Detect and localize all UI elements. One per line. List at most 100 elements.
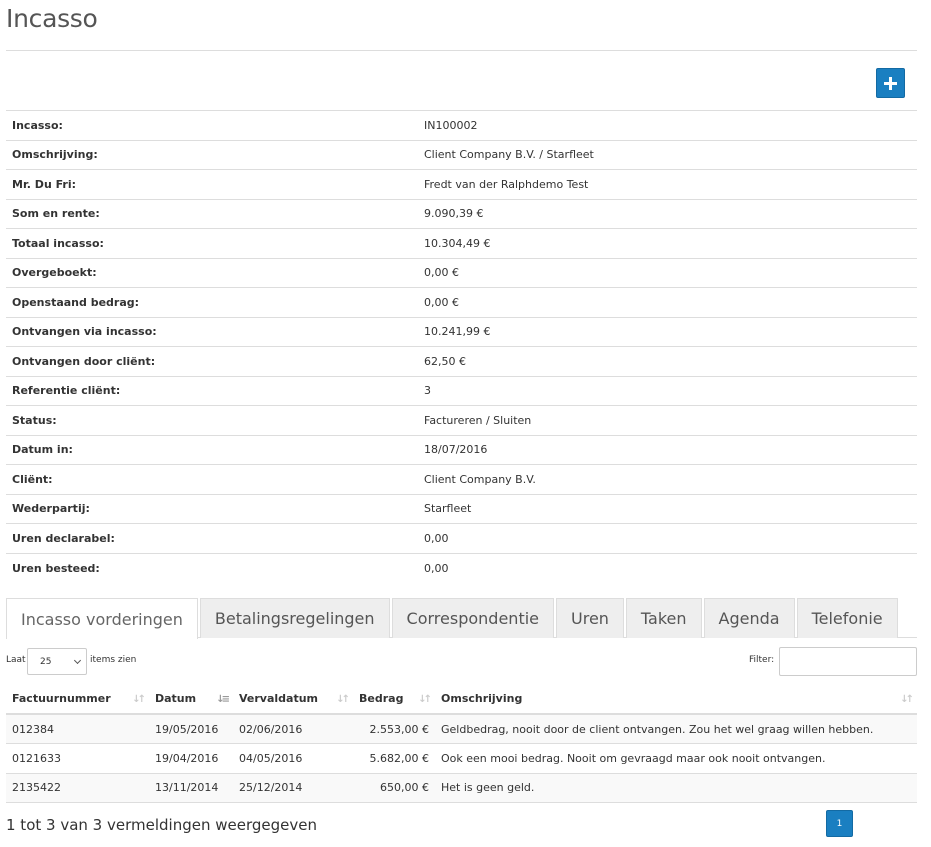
filter-input[interactable] bbox=[779, 647, 917, 676]
table-cell-vervaldatum: 02/06/2016 bbox=[239, 722, 303, 736]
tab-uren[interactable]: Uren bbox=[556, 598, 624, 638]
detail-label: Openstaand bedrag: bbox=[12, 295, 140, 309]
length-prefix: Laat bbox=[6, 655, 26, 665]
table-info: 1 tot 3 van 3 vermeldingen weergegeven bbox=[6, 816, 317, 834]
table-cell-datum: 13/11/2014 bbox=[155, 781, 219, 795]
detail-label: Totaal incasso: bbox=[12, 236, 104, 250]
detail-label: Status: bbox=[12, 413, 57, 427]
detail-row: Incasso: IN100002 bbox=[6, 110, 917, 141]
filter-label: Filter: bbox=[749, 655, 775, 665]
tab-correspondentie[interactable]: Correspondentie bbox=[391, 598, 554, 638]
table-cell-factuurnummer: 012384 bbox=[12, 722, 54, 736]
column-bedrag[interactable]: Bedrag ↓↑ bbox=[353, 684, 435, 714]
table-cell-factuurnummer: 0121633 bbox=[12, 751, 61, 765]
table-cell-omschrijving: Geldbedrag, nooit door de client ontvang… bbox=[441, 722, 874, 736]
detail-label: Ontvangen via incasso: bbox=[12, 325, 157, 339]
table-cell-factuurnummer: 2135422 bbox=[12, 781, 61, 795]
table-row[interactable]: 0121633 19/04/2016 04/05/2016 5.682,00 € Ook… bbox=[6, 743, 917, 773]
table-cell-vervaldatum: 25/12/2014 bbox=[239, 781, 303, 795]
detail-value: 0,00 bbox=[424, 531, 449, 545]
detail-value: IN100002 bbox=[424, 118, 478, 132]
detail-row: Som en rente: 9.090,39 € bbox=[6, 199, 917, 229]
table-cell-bedrag: 650,00 € bbox=[380, 781, 429, 795]
detail-row: Totaal incasso: 10.304,49 € bbox=[6, 228, 917, 259]
table-header-row: Factuurnummer ↓↑ Datum ↓≡ Vervaldatum ↓↑ Bedra… bbox=[6, 684, 917, 714]
column-vervaldatum[interactable]: Vervaldatum ↓↑ bbox=[233, 684, 353, 714]
detail-value: Client Company B.V. bbox=[424, 472, 536, 486]
detail-value: 62,50 € bbox=[424, 354, 466, 368]
table-row[interactable]: 012384 19/05/2016 02/06/2016 2.553,00 € Geld… bbox=[6, 714, 917, 744]
detail-label: Som en rente: bbox=[12, 207, 100, 221]
detail-row: Datum in: 18/07/2016 bbox=[6, 435, 917, 465]
length-suffix: items zien bbox=[90, 655, 137, 665]
detail-row: Omschrijving: Client Company B.V. / Starf… bbox=[6, 140, 917, 170]
column-factuurnummer[interactable]: Factuurnummer ↓↑ bbox=[6, 684, 149, 714]
detail-label: Uren besteed: bbox=[12, 561, 100, 575]
detail-row: Overgeboekt: 0,00 € bbox=[6, 258, 917, 288]
column-label: Omschrijving bbox=[441, 692, 523, 705]
detail-value: 0,00 € bbox=[424, 266, 459, 280]
table-cell-omschrijving: Ook een mooi bedrag. Nooit om gevraagd m… bbox=[441, 751, 826, 765]
pagination-page-1[interactable]: 1 bbox=[826, 810, 853, 837]
detail-row: Mr. Du Fri: Fredt van der Ralphdemo Test bbox=[6, 169, 917, 200]
detail-value: Factureren / Sluiten bbox=[424, 413, 532, 427]
detail-value: Fredt van der Ralphdemo Test bbox=[424, 177, 589, 191]
column-label: Factuurnummer bbox=[12, 692, 111, 705]
sort-icon: ↓↑ bbox=[336, 694, 350, 705]
sort-icon: ↓↑ bbox=[900, 694, 914, 705]
invoice-table: Factuurnummer ↓↑ Datum ↓≡ Vervaldatum ↓↑ Bedra… bbox=[6, 684, 917, 803]
detail-label: Mr. Du Fri: bbox=[12, 177, 77, 191]
detail-value: 0,00 € bbox=[424, 295, 459, 309]
column-label: Bedrag bbox=[359, 692, 404, 705]
tab-agenda[interactable]: Agenda bbox=[703, 598, 795, 638]
table-cell-bedrag: 2.553,00 € bbox=[369, 722, 429, 736]
column-datum[interactable]: Datum ↓≡ bbox=[149, 684, 233, 714]
page-length-select[interactable]: 25 bbox=[27, 648, 87, 675]
detail-row: Status: Factureren / Sluiten bbox=[6, 405, 917, 436]
detail-row: Openstaand bedrag: 0,00 € bbox=[6, 287, 917, 318]
detail-value: 0,00 bbox=[424, 561, 449, 575]
page-length-value: 25 bbox=[40, 656, 52, 667]
sort-icon: ↓↑ bbox=[418, 694, 432, 705]
detail-label: Wederpartij: bbox=[12, 502, 90, 516]
detail-row: Ontvangen via incasso: 10.241,99 € bbox=[6, 317, 917, 347]
detail-label: Incasso: bbox=[12, 118, 63, 132]
sort-icon: ↓↑ bbox=[132, 694, 146, 705]
table-cell-bedrag: 5.682,00 € bbox=[369, 751, 429, 765]
column-label: Vervaldatum bbox=[239, 692, 319, 705]
detail-label: Datum in: bbox=[12, 443, 73, 457]
detail-row: Uren besteed: 0,00 bbox=[6, 553, 917, 583]
add-button[interactable] bbox=[876, 68, 905, 98]
detail-value: Client Company B.V. / Starfleet bbox=[424, 148, 594, 162]
title-divider bbox=[6, 50, 917, 51]
tab-telefonie[interactable]: Telefonie bbox=[796, 598, 898, 638]
detail-row: Wederpartij: Starfleet bbox=[6, 494, 917, 524]
sort-icon: ↓≡ bbox=[216, 694, 230, 705]
detail-value: 10.304,49 € bbox=[424, 236, 491, 250]
detail-value: 3 bbox=[424, 384, 431, 398]
detail-value: 18/07/2016 bbox=[424, 443, 488, 457]
detail-row: Cliënt: Client Company B.V. bbox=[6, 464, 917, 495]
tab-incasso-vorderingen[interactable]: Incasso vorderingen bbox=[6, 598, 198, 639]
table-cell-omschrijving: Het is geen geld. bbox=[441, 781, 535, 795]
detail-value: Starfleet bbox=[424, 502, 472, 516]
table-cell-vervaldatum: 04/05/2016 bbox=[239, 751, 303, 765]
tab-bar: Incasso vorderingen Betalingsregelingen Co… bbox=[6, 598, 917, 639]
tab-betalingsregelingen[interactable]: Betalingsregelingen bbox=[199, 598, 390, 638]
tab-taken[interactable]: Taken bbox=[625, 598, 702, 638]
table-cell-datum: 19/05/2016 bbox=[155, 722, 219, 736]
page-title: Incasso bbox=[6, 4, 98, 33]
detail-label: Overgeboekt: bbox=[12, 266, 97, 280]
detail-value: 10.241,99 € bbox=[424, 325, 491, 339]
column-omschrijving[interactable]: Omschrijving ↓↑ bbox=[435, 684, 917, 714]
table-row[interactable]: 2135422 13/11/2014 25/12/2014 650,00 € Het i… bbox=[6, 773, 917, 803]
detail-label: Omschrijving: bbox=[12, 148, 98, 162]
detail-label: Uren declarabel: bbox=[12, 531, 115, 545]
detail-row: Referentie cliënt: 3 bbox=[6, 376, 917, 406]
detail-label: Referentie cliënt: bbox=[12, 384, 121, 398]
detail-value: 9.090,39 € bbox=[424, 207, 484, 221]
detail-label: Ontvangen door cliënt: bbox=[12, 354, 156, 368]
table-cell-datum: 19/04/2016 bbox=[155, 751, 219, 765]
detail-row: Uren declarabel: 0,00 bbox=[6, 523, 917, 554]
detail-label: Cliënt: bbox=[12, 472, 53, 486]
